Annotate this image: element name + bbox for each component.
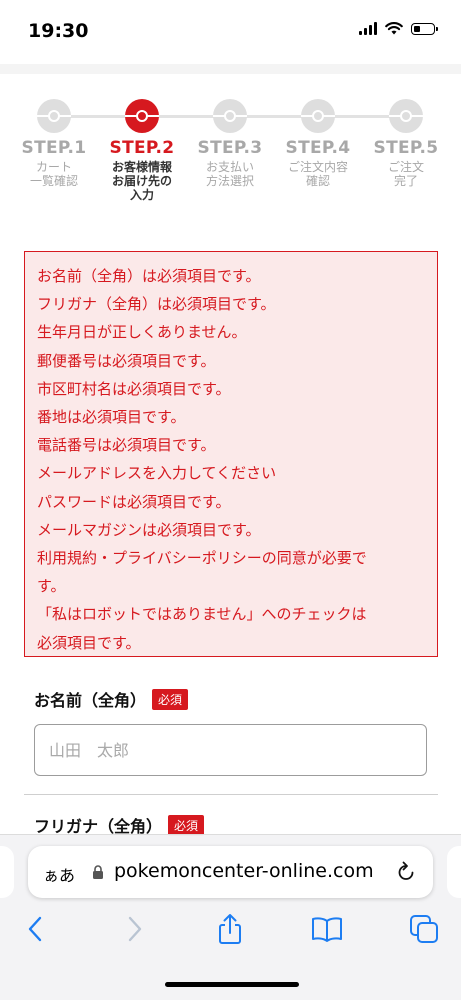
previous-tab-card[interactable] [0, 846, 14, 898]
chevron-left-icon [28, 916, 42, 942]
status-time: 19:30 [28, 20, 89, 42]
error-message: 利用規約・プライバシーポリシーの同意が必要で [37, 549, 367, 568]
pokeball-icon [37, 99, 71, 133]
step-description: お客様情報 お届け先の 入力 [111, 160, 172, 202]
error-message: 郵便番号は必須項目です。 [37, 351, 216, 370]
book-icon [312, 917, 342, 942]
required-badge: 必須 [152, 689, 189, 710]
pokeball-icon [301, 99, 335, 133]
error-message: パスワードは必須項目です。 [37, 492, 231, 511]
reload-icon[interactable] [395, 860, 417, 884]
pokeball-icon [389, 99, 423, 133]
share-icon [219, 914, 241, 944]
status-icons [359, 22, 438, 35]
step-description: お支払い 方法選択 [205, 160, 254, 188]
chevron-right-icon [128, 916, 142, 942]
lock-icon [93, 865, 103, 879]
step-2: STEP.2 お客様情報 お届け先の 入力 [98, 96, 186, 202]
error-message: 電話番号は必須項目です。 [37, 436, 216, 455]
error-message: す。 [37, 577, 66, 596]
field-divider [24, 794, 438, 795]
step-label: STEP.4 [285, 138, 351, 158]
step-label: STEP.2 [109, 138, 175, 158]
header-band [0, 64, 461, 74]
step-label: STEP.3 [197, 138, 263, 158]
step-description: ご注文内容 確認 [287, 160, 348, 188]
step-label: STEP.5 [373, 138, 439, 158]
step-4: STEP.4 ご注文内容 確認 [274, 96, 362, 188]
url-text: pokemoncenter-online.com [114, 860, 374, 882]
back-button[interactable] [18, 912, 52, 946]
bookmarks-button[interactable] [310, 912, 344, 946]
next-tab-card[interactable] [447, 846, 461, 898]
error-message-box: お名前（全角）は必須項目です。 フリガナ（全角）は必須項目です。 生年月日が正し… [24, 251, 438, 657]
error-message: フリガナ（全角）は必須項目です。 [37, 295, 276, 314]
step-5: STEP.5 ご注文 完了 [362, 96, 450, 188]
address-bar[interactable]: ぁあ pokemoncenter-online.com [28, 846, 433, 898]
share-button[interactable] [213, 912, 247, 946]
page-settings-button[interactable]: ぁあ [43, 862, 75, 886]
error-message: メールアドレスを入力してください [37, 464, 277, 483]
step-3: STEP.3 お支払い 方法選択 [186, 96, 274, 188]
home-indicator [165, 982, 299, 987]
step-description: ご注文 完了 [387, 160, 424, 188]
name-field-label: お名前（全角） 必須 [34, 687, 189, 711]
error-message: メールマガジンは必須項目です。 [37, 520, 261, 539]
step-description: カート 一覧確認 [29, 160, 78, 188]
battery-icon [411, 22, 438, 35]
step-1: STEP.1 カート 一覧確認 [10, 96, 98, 188]
tabs-icon [410, 915, 438, 943]
name-label-text: お名前（全角） [34, 691, 147, 710]
pokeball-icon [213, 99, 247, 133]
error-message: お名前（全角）は必須項目です。 [37, 267, 261, 285]
error-message: 生年月日が正しくありません。 [37, 323, 247, 342]
status-bar: 19:30 [0, 0, 461, 64]
name-input[interactable] [34, 724, 427, 776]
wifi-icon [385, 22, 403, 35]
tabs-button[interactable] [407, 912, 441, 946]
checkout-steps: STEP.1 カート 一覧確認 STEP.2 お客様情報 お届け先の 入力 STEP.… [10, 96, 451, 226]
error-message: 必須項目です。 [37, 633, 141, 652]
error-message: 市区町村名は必須項目です。 [37, 379, 231, 398]
required-badge: 必須 [168, 815, 205, 836]
error-message: 番地は必須項目です。 [37, 408, 186, 427]
cellular-signal-icon [359, 22, 377, 35]
pokeball-icon [125, 99, 159, 133]
battery-level [414, 25, 420, 32]
error-message: 「私はロボットではありません」へのチェックは [37, 605, 367, 624]
forward-button[interactable] [118, 912, 152, 946]
step-label: STEP.1 [21, 138, 87, 158]
